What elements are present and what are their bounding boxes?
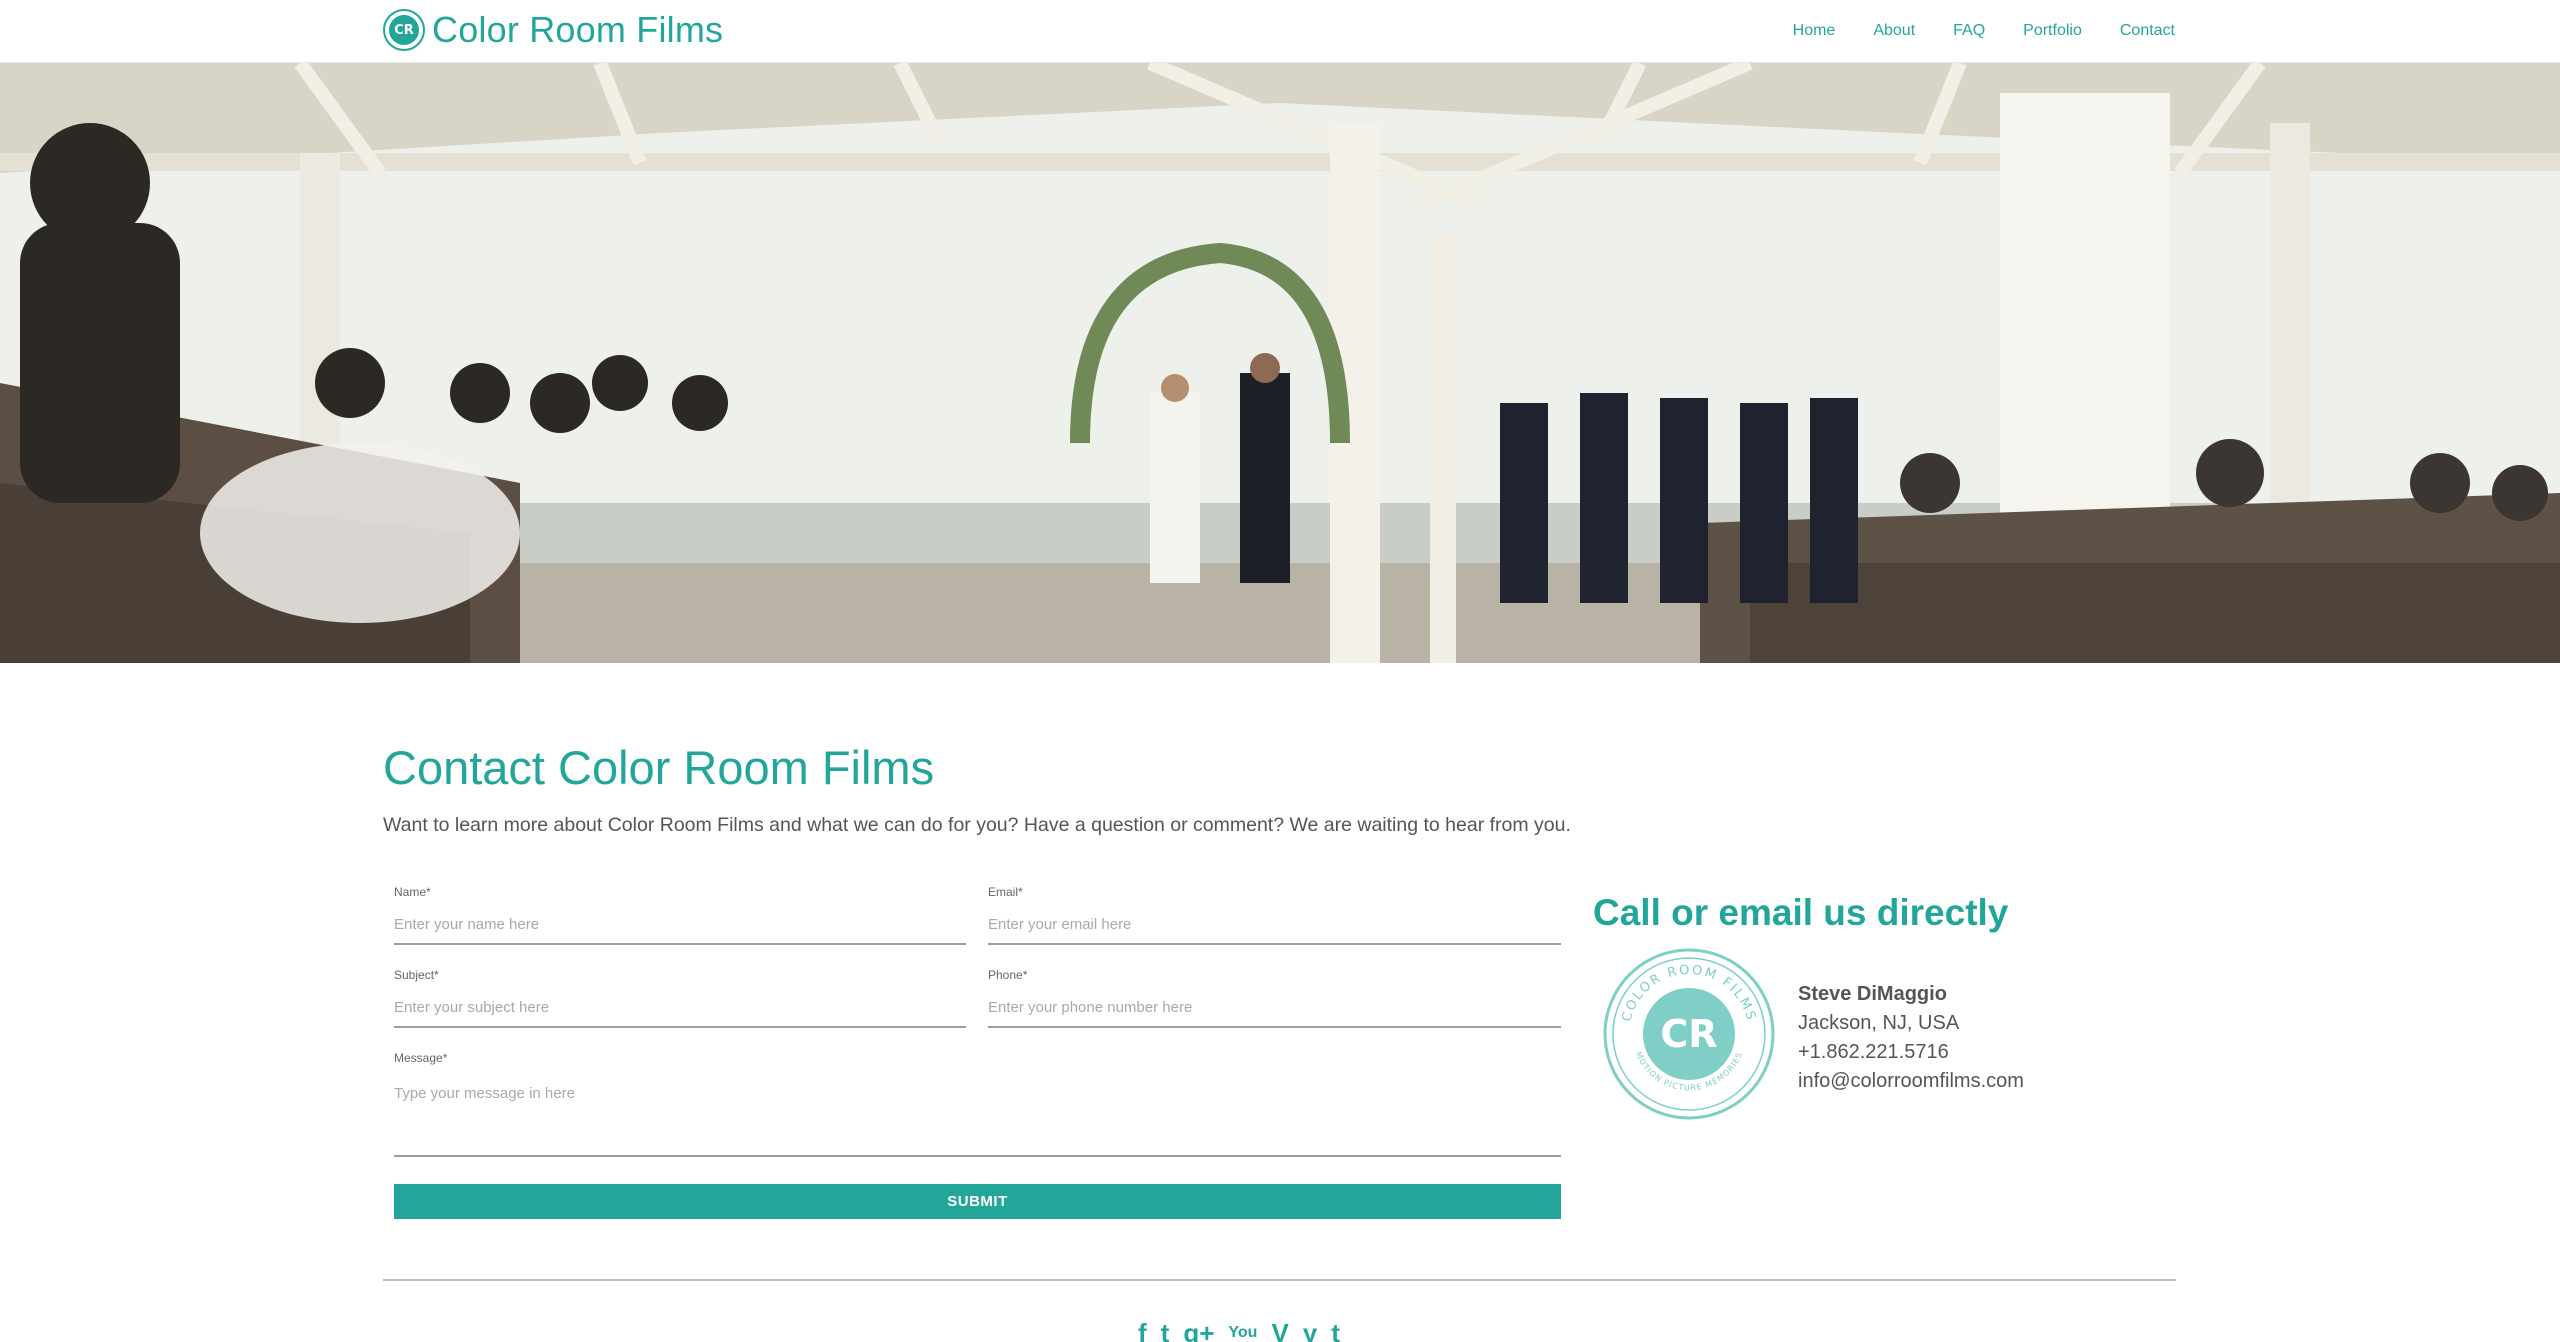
nav-portfolio[interactable]: Portfolio: [2023, 22, 2082, 40]
phone-input[interactable]: [988, 988, 1561, 1028]
contact-form: Name* Email* Subject* Phone* Message* SU…: [394, 880, 1561, 1220]
brand-logo[interactable]: CR Color Room Films: [383, 8, 723, 52]
facebook-icon[interactable]: f: [1138, 1318, 1147, 1342]
submit-button[interactable]: SUBMIT: [394, 1184, 1561, 1219]
youtube-icon[interactable]: You: [1228, 1318, 1257, 1342]
contact-phone[interactable]: +1.862.221.5716: [1798, 1038, 2024, 1067]
hero-image: [0, 63, 2560, 663]
site-header: CR Color Room Films Home About FAQ Portf…: [0, 0, 2560, 63]
phone-field-group: Phone*: [988, 968, 1561, 1028]
subject-field-group: Subject*: [394, 968, 966, 1028]
contact-details: Steve DiMaggio Jackson, NJ, USA +1.862.2…: [1798, 980, 2024, 1096]
email-label: Email*: [988, 885, 1023, 899]
page-title: Contact Color Room Films: [383, 741, 935, 794]
tumblr-icon[interactable]: t: [1331, 1318, 1340, 1342]
subject-input[interactable]: [394, 988, 966, 1028]
hero-wedding-illustration: [0, 63, 2560, 663]
message-label: Message*: [394, 1051, 448, 1065]
brand-name: Color Room Films: [432, 9, 724, 50]
nav-home[interactable]: Home: [1793, 22, 1836, 40]
vimeo-icon[interactable]: V: [1271, 1318, 1288, 1342]
intro-text: Want to learn more about Color Room Film…: [383, 814, 1571, 836]
message-input[interactable]: [394, 1077, 1561, 1157]
name-input[interactable]: [394, 905, 966, 945]
message-field-group: Message*: [394, 1051, 1561, 1157]
yelp-icon[interactable]: y: [1303, 1318, 1317, 1342]
name-field-group: Name*: [394, 885, 966, 945]
twitter-icon[interactable]: t: [1161, 1318, 1170, 1342]
phone-label: Phone*: [988, 968, 1028, 982]
contact-name: Steve DiMaggio: [1798, 983, 1947, 1005]
direct-contact-title: Call or email us directly: [1593, 892, 2009, 933]
nav-faq[interactable]: FAQ: [1953, 22, 1985, 40]
main-nav: Home About FAQ Portfolio Contact: [1755, 0, 2175, 62]
footer-divider: [383, 1279, 2176, 1281]
email-field-group: Email*: [988, 885, 1561, 945]
seal-monogram: CR: [1660, 1012, 1717, 1056]
nav-about[interactable]: About: [1873, 22, 1915, 40]
subject-label: Subject*: [394, 968, 439, 982]
contact-location: Jackson, NJ, USA: [1798, 1012, 1960, 1034]
email-input[interactable]: [988, 905, 1561, 945]
logo-monogram: CR: [389, 15, 419, 45]
brand-seal-logo: CR COLOR ROOM FILMS MOTION PICTURE MEMOR…: [1603, 948, 1775, 1120]
name-label: Name*: [394, 885, 431, 899]
social-links: f t g+ You V y t: [1138, 1318, 1340, 1342]
logo-icon: CR: [383, 9, 425, 51]
contact-email[interactable]: info@colorroomfilms.com: [1798, 1067, 2024, 1096]
google-plus-icon[interactable]: g+: [1183, 1318, 1214, 1342]
nav-contact[interactable]: Contact: [2120, 22, 2175, 40]
